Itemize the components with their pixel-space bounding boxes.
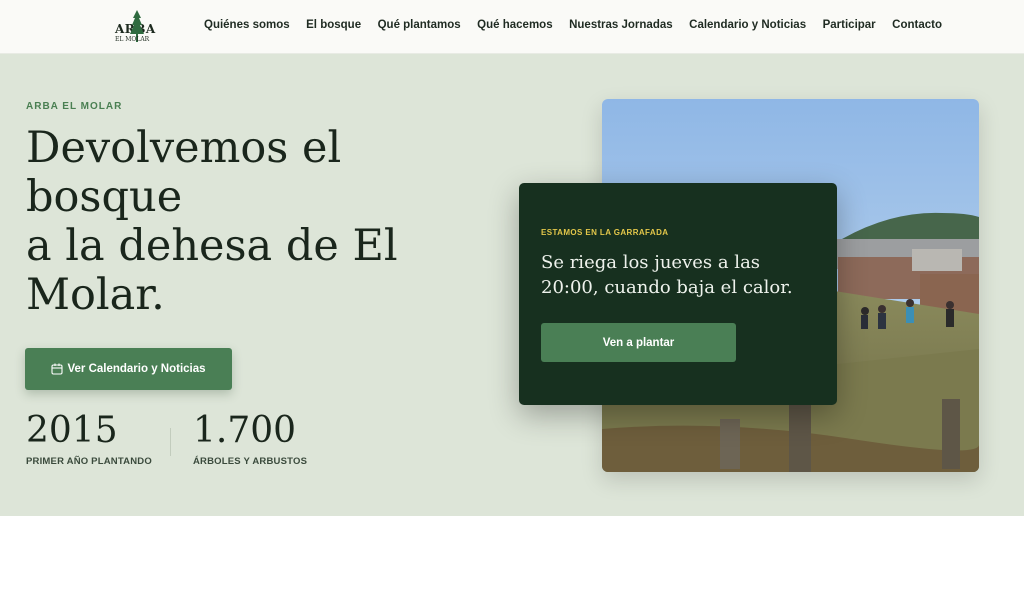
hero-title-line: bosque [26,172,183,222]
calendar-news-button-label: Ver Calendario y Noticias [67,363,206,375]
stat-trees: 1.700 ÁRBOLES Y ARBUSTOS [193,410,307,467]
nav-link-calendario[interactable]: Calendario y Noticias [689,19,806,31]
nav-link-participar[interactable]: Participar [823,19,876,31]
site-logo[interactable]: ARBA EL MOLAR [112,8,155,46]
stat-label: ÁRBOLES Y ARBUSTOS [193,456,308,467]
hero-eyebrow: ARBA EL MOLAR [26,101,123,112]
site-header: ARBA EL MOLAR Quiénes somos El bosque Qu… [0,0,1024,54]
nav-link-que-plantamos[interactable]: Qué plantamos [378,19,461,31]
hero-title-line: Devolvemos el [26,123,342,173]
hero-title: Devolvemos el bosque a la dehesa de El M… [26,124,446,320]
stat-first-year: 2015 PRIMER AÑO PLANTANDO [26,410,152,467]
nav-link-quienes-somos[interactable]: Quiénes somos [204,19,290,31]
nav-link-que-hacemos[interactable]: Qué hacemos [477,19,552,31]
main-nav: Quiénes somos El bosque Qué plantamos Qu… [204,19,959,31]
nav-link-contacto[interactable]: Contacto [892,19,942,31]
nav-link-nuestras-jornadas[interactable]: Nuestras Jornadas [569,19,673,31]
logo-subtext: EL MOLAR [115,36,150,43]
nav-link-el-bosque[interactable]: El bosque [306,19,361,31]
come-plant-button[interactable]: Ven a plantar [541,323,736,362]
hero-title-line: a la dehesa de El [26,221,398,271]
stat-value: 1.700 [193,410,297,451]
card-eyebrow: ESTAMOS EN LA GARRAFADA [541,228,669,237]
hero-title-line: Molar. [26,270,165,320]
calendar-news-button[interactable]: Ver Calendario y Noticias [25,348,232,390]
stat-value: 2015 [26,410,118,451]
watering-info-card: ESTAMOS EN LA GARRAFADA Se riega los jue… [519,183,837,405]
stat-label: PRIMER AÑO PLANTANDO [26,456,152,467]
calendar-icon [51,363,64,375]
hero-section: ARBA EL MOLAR Devolvemos el bosque a la … [0,54,1024,516]
card-text: Se riega los jueves a las 20:00, cuando … [541,252,793,298]
stat-divider [170,428,171,456]
